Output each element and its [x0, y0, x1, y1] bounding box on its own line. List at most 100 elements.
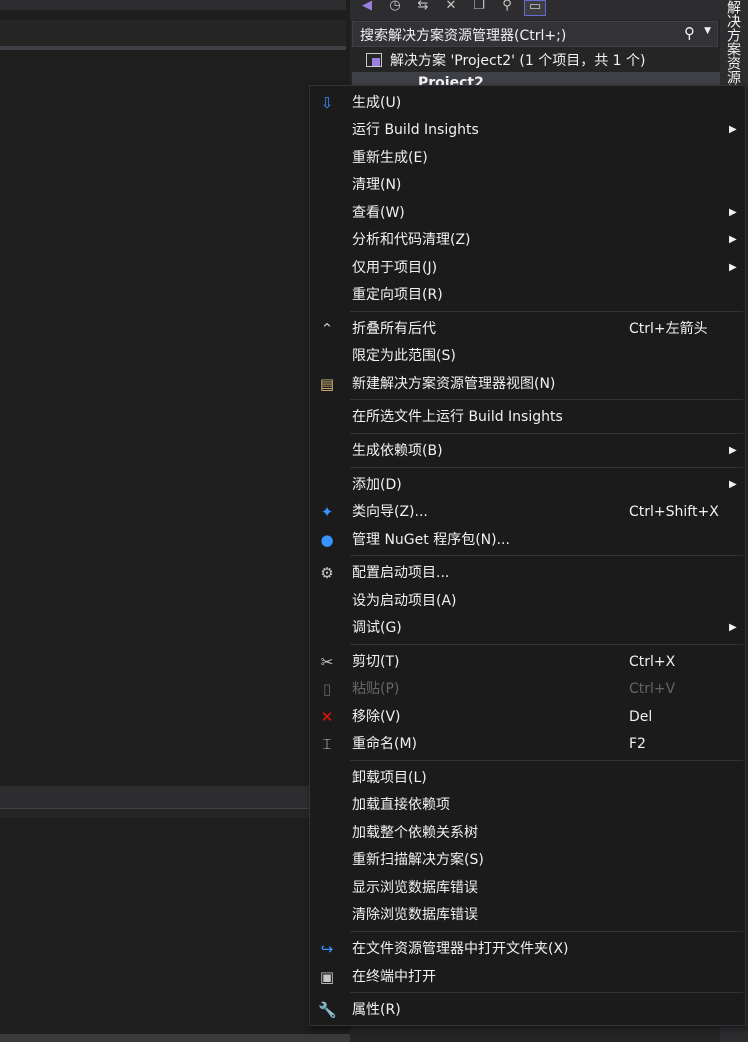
menu-label: 管理 NuGet 程序包(N)... — [352, 532, 510, 548]
menu-item-class-wizard[interactable]: ✦ 类向导(Z)... Ctrl+Shift+X — [312, 499, 743, 525]
history-icon[interactable]: ◷ — [384, 0, 406, 16]
menu-item-cut[interactable]: ✂ 剪切(T) Ctrl+X — [312, 649, 743, 675]
menu-label: 粘贴(P) — [352, 681, 400, 697]
nuget-icon: ● — [320, 531, 334, 549]
menu-item-retarget[interactable]: 重定向项目(R) — [312, 282, 743, 308]
menu-item-open-in-terminal[interactable]: ▣ 在终端中打开 — [312, 964, 743, 990]
menu-item-manage-nuget[interactable]: ● 管理 NuGet 程序包(N)... — [312, 527, 743, 553]
menu-separator — [350, 931, 743, 932]
menu-label: 卸载项目(L) — [352, 770, 427, 786]
menu-item-load-dep-tree[interactable]: 加载整个依赖关系树 — [312, 820, 743, 846]
solution-explorer-toolbar: ◀ ◷ ⇆ ✕ ❐ ⚲ ▭ — [350, 0, 720, 20]
menu-separator — [350, 644, 743, 645]
rename-icon: ⌶ — [322, 735, 332, 753]
menu-item-new-view[interactable]: ▤ 新建解决方案资源管理器视图(N) — [312, 371, 743, 397]
menu-label: 属性(R) — [352, 1002, 401, 1018]
menu-separator — [350, 555, 743, 556]
solution-search-input[interactable]: 搜索解决方案资源管理器(Ctrl+;) ⚲ ▼ — [352, 21, 718, 47]
menu-item-remove[interactable]: ✕ 移除(V) Del — [312, 704, 743, 730]
menu-item-unload-project[interactable]: 卸载项目(L) — [312, 765, 743, 791]
menu-item-show-browse-db-errors[interactable]: 显示浏览数据库错误 — [312, 875, 743, 901]
output-panel[interactable] — [0, 818, 310, 1008]
solution-tree-item[interactable]: 解决方案 'Project2' (1 个项目，共 1 个) — [366, 50, 646, 70]
menu-item-build-insights-selection[interactable]: 在所选文件上运行 Build Insights — [312, 404, 743, 430]
submenu-arrow-icon: ▶ — [729, 234, 737, 245]
menu-label: 在所选文件上运行 Build Insights — [352, 409, 563, 425]
menu-label: 折叠所有后代 — [352, 321, 436, 337]
menu-label: 重新扫描解决方案(S) — [352, 852, 484, 868]
project-label: Project2 — [418, 75, 484, 86]
sync-icon[interactable]: ⇆ — [412, 0, 434, 16]
menu-shortcut: Del — [629, 709, 653, 725]
copy-icon[interactable]: ❐ — [468, 0, 490, 16]
menu-label: 生成(U) — [352, 95, 402, 111]
menu-separator — [350, 992, 743, 993]
menu-label: 在终端中打开 — [352, 969, 436, 985]
menu-item-rebuild[interactable]: 重新生成(E) — [312, 145, 743, 171]
menu-item-rescan-solution[interactable]: 重新扫描解决方案(S) — [312, 847, 743, 873]
gear-icon: ⚙ — [320, 564, 334, 582]
menu-item-paste: ▯ 粘贴(P) Ctrl+V — [312, 676, 743, 702]
menu-item-analyze[interactable]: 分析和代码清理(Z) ▶ — [312, 227, 743, 253]
output-panel-header — [0, 786, 310, 808]
menu-item-clear-browse-db-errors[interactable]: 清除浏览数据库错误 — [312, 902, 743, 928]
menu-label: 清除浏览数据库错误 — [352, 907, 478, 923]
search-icon[interactable]: ⚲ — [684, 24, 695, 42]
menu-label: 重命名(M) — [352, 736, 418, 752]
menu-label: 仅用于项目(J) — [352, 260, 438, 276]
menu-separator — [350, 433, 743, 434]
preview-icon[interactable]: ▭ — [524, 0, 546, 16]
vs-solution-icon[interactable]: ◀ — [356, 0, 378, 16]
menu-item-clean[interactable]: 清理(N) — [312, 172, 743, 198]
menu-item-scope-to-this[interactable]: 限定为此范围(S) — [312, 343, 743, 369]
build-icon: ⇩ — [320, 94, 334, 112]
menu-label: 剪切(T) — [352, 654, 400, 670]
menu-separator — [350, 399, 743, 400]
chevron-up-icon: ⌃ — [320, 320, 334, 338]
submenu-arrow-icon: ▶ — [729, 207, 737, 218]
menu-shortcut: F2 — [629, 736, 646, 752]
menu-item-run-build-insights[interactable]: 运行 Build Insights ▶ — [312, 117, 743, 143]
menu-item-load-direct-deps[interactable]: 加载直接依赖项 — [312, 792, 743, 818]
properties-icon[interactable]: ⚲ — [496, 0, 518, 16]
menu-label: 新建解决方案资源管理器视图(N) — [352, 376, 556, 392]
menu-item-open-in-explorer[interactable]: ↪ 在文件资源管理器中打开文件夹(X) — [312, 936, 743, 962]
menu-label: 调试(G) — [352, 620, 402, 636]
search-placeholder: 搜索解决方案资源管理器(Ctrl+;) — [360, 28, 567, 44]
menu-item-rename[interactable]: ⌶ 重命名(M) F2 — [312, 731, 743, 757]
menu-shortcut: Ctrl+Shift+X — [629, 504, 719, 520]
submenu-arrow-icon: ▶ — [729, 262, 737, 273]
menu-separator — [350, 311, 743, 312]
scissors-icon: ✂ — [320, 653, 334, 671]
menu-label: 重定向项目(R) — [352, 287, 443, 303]
menu-label: 在文件资源管理器中打开文件夹(X) — [352, 941, 569, 957]
wrench-icon: 🔧 — [318, 1001, 337, 1019]
menu-label: 加载整个依赖关系树 — [352, 825, 478, 841]
solution-icon — [366, 53, 382, 67]
menu-item-build[interactable]: ⇩ 生成(U) — [312, 90, 743, 116]
editor-area[interactable] — [0, 50, 346, 786]
menu-shortcut: Ctrl+左箭头 — [629, 321, 708, 337]
menu-item-properties[interactable]: 🔧 属性(R) — [312, 997, 743, 1023]
submenu-arrow-icon: ▶ — [729, 445, 737, 456]
redo-arrow-icon: ↪ — [320, 940, 334, 958]
menu-separator — [350, 467, 743, 468]
menu-item-debug[interactable]: 调试(G) ▶ — [312, 615, 743, 641]
menu-item-collapse-all[interactable]: ⌃ 折叠所有后代 Ctrl+左箭头 — [312, 316, 743, 342]
menu-item-view[interactable]: 查看(W) ▶ — [312, 200, 743, 226]
menu-item-build-dependencies[interactable]: 生成依赖项(B) ▶ — [312, 438, 743, 464]
chevron-down-icon[interactable]: ▼ — [704, 26, 711, 36]
menu-label: 分析和代码清理(Z) — [352, 232, 471, 248]
submenu-arrow-icon: ▶ — [729, 479, 737, 490]
project-tree-item[interactable]: Project2 — [352, 72, 720, 86]
menu-label: 生成依赖项(B) — [352, 443, 443, 459]
submenu-arrow-icon: ▶ — [729, 124, 737, 135]
menu-label: 运行 Build Insights — [352, 122, 479, 138]
menu-item-set-startup[interactable]: 设为启动项目(A) — [312, 588, 743, 614]
menu-label: 清理(N) — [352, 177, 402, 193]
menu-shortcut: Ctrl+V — [629, 681, 676, 697]
collapse-icon[interactable]: ✕ — [440, 0, 462, 16]
menu-item-project-only[interactable]: 仅用于项目(J) ▶ — [312, 255, 743, 281]
menu-item-add[interactable]: 添加(D) ▶ — [312, 472, 743, 498]
menu-item-configure-startup[interactable]: ⚙ 配置启动项目... — [312, 560, 743, 586]
